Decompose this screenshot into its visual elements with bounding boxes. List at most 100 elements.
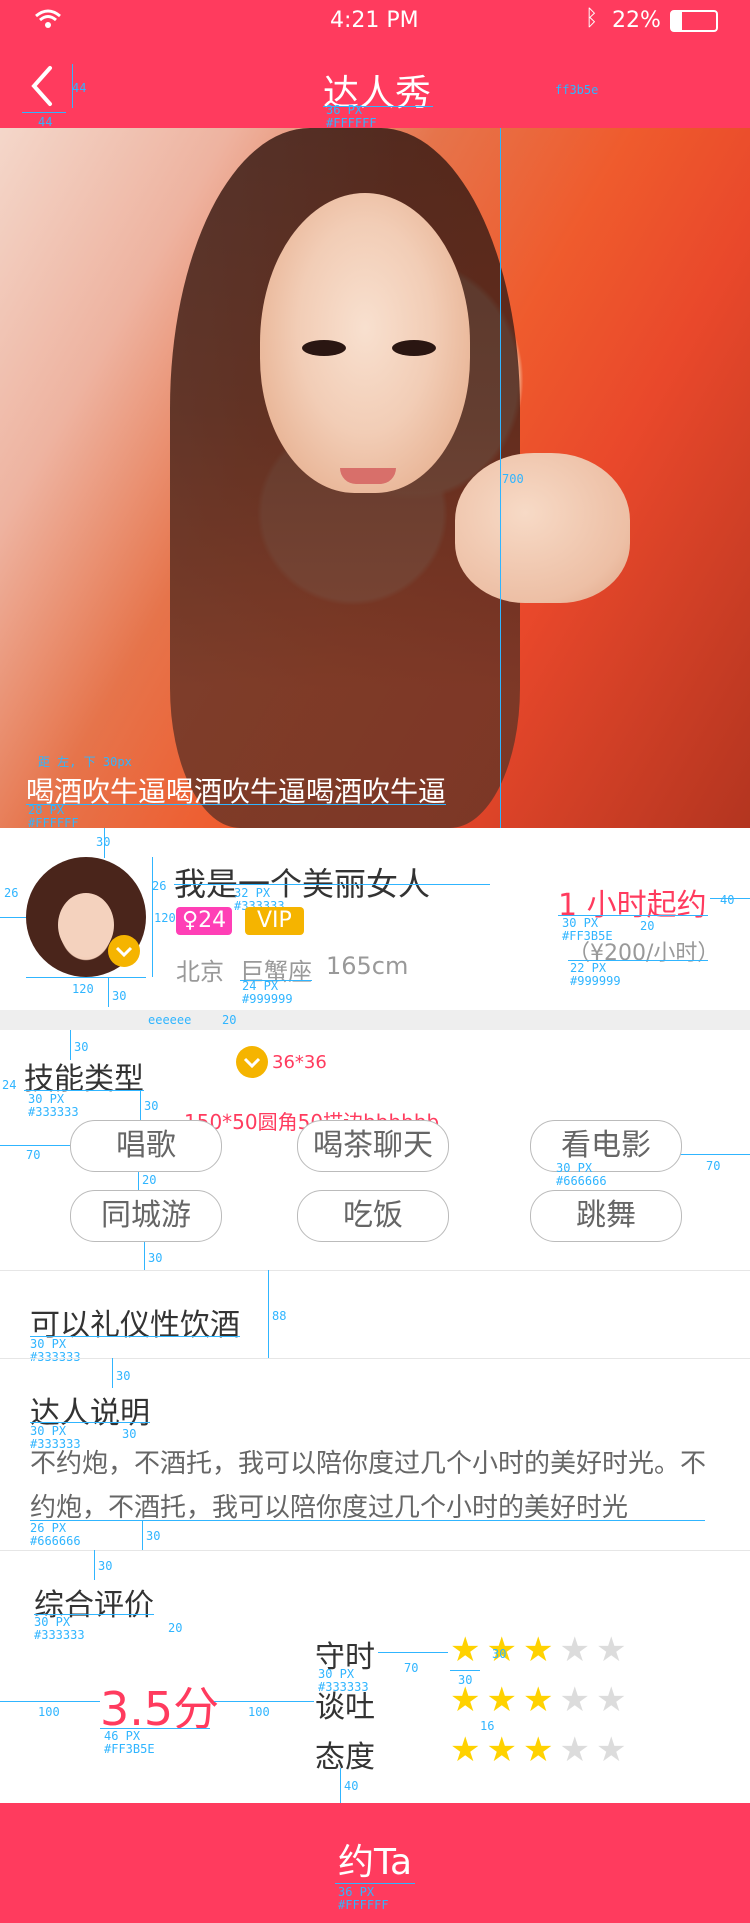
caption-size-note: 28 PX xyxy=(28,803,65,817)
drink-size-note: 30 PX xyxy=(30,1337,67,1351)
bluetooth-icon: ᛒ xyxy=(585,6,599,31)
back-size-note-2: 44 xyxy=(38,115,53,129)
name-size-note: 32 PX xyxy=(234,886,271,900)
price-size-note: 30 PX xyxy=(562,916,599,930)
drink-color-note: #333333 xyxy=(30,1350,81,1364)
skill-tag-dancing[interactable]: 跳舞 xyxy=(530,1190,682,1242)
guide-line xyxy=(500,128,501,828)
guide-line xyxy=(30,1520,705,1521)
skills-left-pad-note: 70 xyxy=(26,1148,41,1162)
intro-top-note: 30 xyxy=(116,1369,131,1383)
book-button[interactable]: 约Ta 36 PX #FFFFFF xyxy=(0,1803,750,1923)
profile-bottom-note: 30 xyxy=(112,989,127,1003)
skill-tag-singing[interactable]: 唱歌 xyxy=(70,1120,222,1172)
star-icon: ★ xyxy=(522,1680,560,1720)
guide-line xyxy=(22,112,66,113)
score-size-note: 46 PX xyxy=(104,1729,141,1743)
intro-text-color-note: #666666 xyxy=(30,1534,81,1548)
divider xyxy=(0,1270,750,1271)
pill-color-note: #666666 xyxy=(556,1174,607,1188)
battery-percent: 22% xyxy=(612,8,661,33)
photo-face xyxy=(260,193,470,493)
rating-stars-attitude: ★★★★★ xyxy=(450,1730,632,1770)
price-right-note: 40 xyxy=(720,893,735,907)
photo-eye xyxy=(302,340,346,356)
name-gap-note: 26 xyxy=(152,879,167,893)
intro-gap-note: 30 xyxy=(122,1427,137,1441)
price-gap-note: 20 xyxy=(640,919,655,933)
guide-line xyxy=(0,1145,70,1146)
cta-size-note: 36 PX xyxy=(338,1885,375,1899)
photo-eye xyxy=(392,340,436,356)
guide-line xyxy=(30,1422,150,1423)
rating-bottom-note: 40 xyxy=(344,1779,359,1793)
intro-text-size-note: 26 PX xyxy=(30,1521,67,1535)
guide-line xyxy=(450,1670,480,1671)
rating-label-attitude: 态度 xyxy=(315,1740,375,1775)
hero-photo: 700 距 左, 下 30px 喝酒吹牛逼喝酒吹牛逼喝酒吹牛逼 28 PX #F… xyxy=(0,128,750,828)
check-chevron-icon xyxy=(115,946,133,958)
intro-title-size-note: 30 PX xyxy=(30,1424,67,1438)
intro-bottom-note: 30 xyxy=(146,1529,161,1543)
sub-color-note: #999999 xyxy=(570,974,621,988)
star-icon: ★ xyxy=(486,1680,523,1720)
skill-tag-tea-chat[interactable]: 喝茶聊天 xyxy=(297,1120,449,1172)
skills-bottom-note: 30 xyxy=(148,1251,163,1265)
caption-position-note: 距 左, 下 30px xyxy=(38,755,132,769)
drink-height-note: 88 xyxy=(272,1309,287,1323)
pill-size-note: 30 PX xyxy=(556,1161,593,1175)
skills-top-note: 30 xyxy=(74,1040,89,1054)
icon-size-note: 36*36 xyxy=(272,1052,327,1073)
skills-row-gap-note: 20 xyxy=(142,1173,157,1187)
rating-stars-punctuality: ★★★★★ xyxy=(450,1630,632,1670)
guide-line xyxy=(174,884,490,885)
skills-left-note: 24 xyxy=(2,1078,17,1092)
profile-city: 北京 xyxy=(176,958,224,986)
gender-age-badge: ♀24 xyxy=(176,907,233,935)
band-height-note: 20 xyxy=(222,1013,237,1027)
sample-badge-icon xyxy=(236,1046,268,1078)
guide-line xyxy=(268,1270,269,1358)
guide-line xyxy=(340,1768,341,1803)
guide-line xyxy=(108,977,109,1007)
rating-gap-note: 20 xyxy=(168,1621,183,1635)
guide-line xyxy=(112,1358,113,1388)
star-icon: ★ xyxy=(595,1730,633,1770)
star-icon: ★ xyxy=(559,1630,596,1670)
rating-label-conversation: 谈吐 xyxy=(315,1690,375,1725)
skill-tag-movie[interactable]: 看电影 xyxy=(530,1120,682,1172)
star-icon: ★ xyxy=(486,1730,523,1770)
back-size-note: 44 xyxy=(72,81,87,95)
photo-mouth xyxy=(340,468,396,484)
skill-tag-dinner[interactable]: 吃饭 xyxy=(297,1190,449,1242)
guide-line xyxy=(24,1090,144,1091)
verified-badge xyxy=(108,935,140,967)
sub-size-note: 22 PX xyxy=(570,961,607,975)
guide-line xyxy=(0,1701,100,1702)
avatar-width-note: 120 xyxy=(72,982,94,996)
score-left-note: 100 xyxy=(38,1705,60,1719)
profile-top-note: 30 xyxy=(96,835,111,849)
star-icon: ★ xyxy=(450,1630,487,1670)
rating-top-note: 30 xyxy=(98,1559,113,1573)
skills-title-size-note: 30 PX xyxy=(28,1092,65,1106)
guide-line xyxy=(94,1550,95,1580)
title-size-note: 36 PX xyxy=(326,103,363,117)
battery-icon xyxy=(670,10,718,32)
guide-line xyxy=(142,1520,143,1550)
score-color-note: #FF3B5E xyxy=(104,1742,155,1756)
skill-tag-city-tour[interactable]: 同城游 xyxy=(70,1190,222,1242)
section-separator xyxy=(0,1010,750,1030)
cta-color-note: #FFFFFF xyxy=(338,1898,389,1912)
divider xyxy=(0,1550,750,1551)
photo-hand xyxy=(455,453,630,603)
back-button[interactable] xyxy=(22,64,66,108)
vip-badge: VIP xyxy=(245,907,304,935)
star-size-note: 30 xyxy=(492,1647,507,1661)
guide-line xyxy=(378,1652,448,1653)
guide-line xyxy=(138,1172,139,1190)
guide-line xyxy=(144,1242,145,1270)
guide-line xyxy=(26,977,146,978)
guide-line xyxy=(72,64,73,108)
guide-line xyxy=(140,1090,141,1120)
